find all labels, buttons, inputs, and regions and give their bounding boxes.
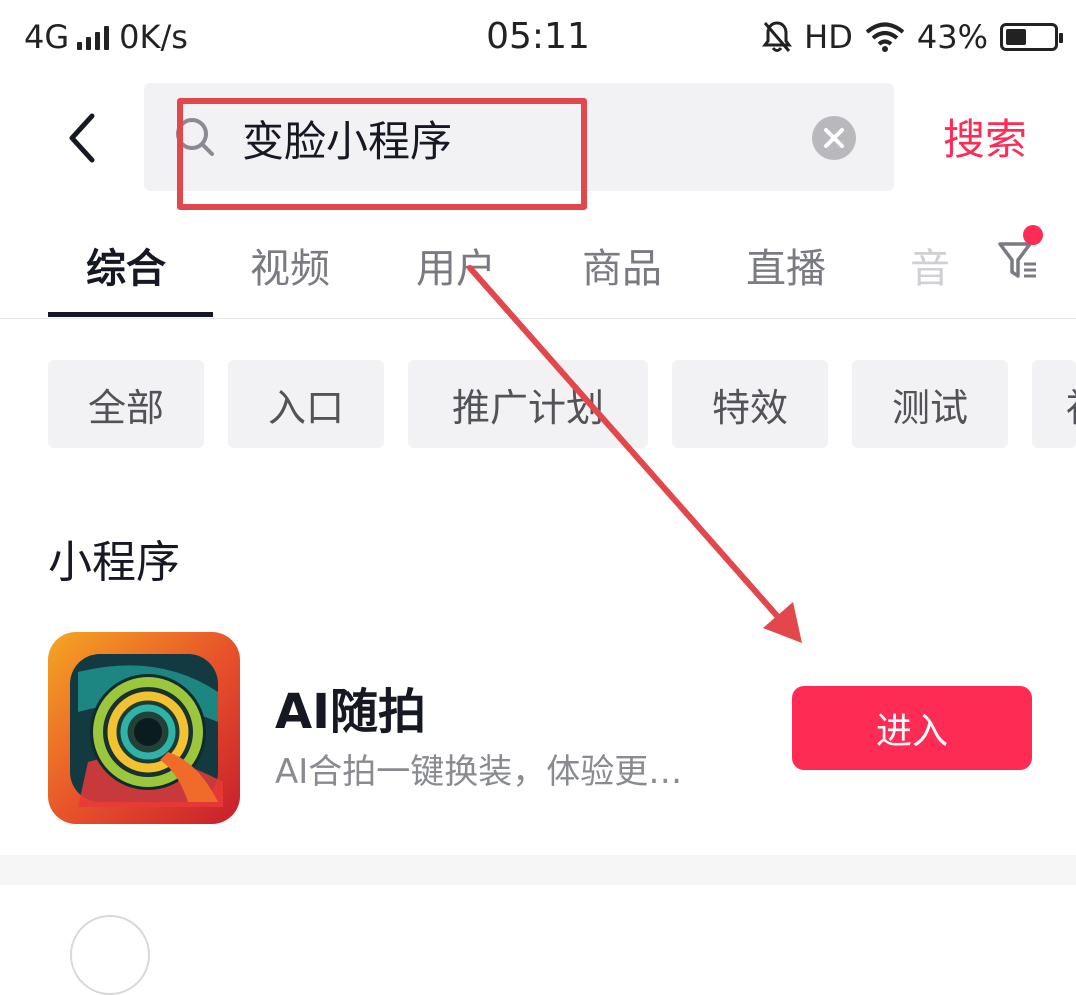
tab-users[interactable]: 用户 (416, 236, 496, 294)
tab-comprehensive[interactable]: 综合 (86, 236, 166, 294)
filter-badge-dot (1023, 225, 1043, 245)
camera-lens-icon[interactable] (48, 632, 240, 824)
tabs-divider (0, 318, 1076, 319)
search-button[interactable]: 搜索 (920, 105, 1050, 175)
active-tab-indicator (48, 312, 213, 317)
section-title: 小程序 (48, 537, 180, 588)
back-icon[interactable] (56, 108, 116, 168)
chip-entrance[interactable]: 入口 (228, 360, 384, 448)
chip-partial-label: 社 (1066, 377, 1076, 432)
annotation-highlight-box (177, 98, 587, 210)
tab-videos[interactable]: 视频 (250, 236, 330, 294)
tab-music[interactable]: 音 (910, 236, 950, 294)
chip-partial[interactable]: 社 (1032, 360, 1076, 448)
wifi-icon (865, 22, 905, 52)
chip-all[interactable]: 全部 (48, 360, 204, 448)
hd-label: HD (804, 18, 853, 56)
tab-products[interactable]: 商品 (582, 236, 662, 294)
battery-icon (1000, 23, 1063, 51)
app-name[interactable]: AI随拍 (275, 672, 426, 742)
enter-button[interactable]: 进入 (792, 686, 1032, 770)
chip-promotion-plan[interactable]: 推广计划 (408, 360, 648, 448)
status-bar: 4G 0K/s 05:11 HD 43% (0, 0, 1076, 76)
chip-effects[interactable]: 特效 (672, 360, 828, 448)
avatar[interactable] (70, 915, 150, 995)
tab-live[interactable]: 直播 (746, 236, 826, 294)
battery-percent: 43% (916, 18, 988, 56)
status-right: HD 43% (762, 18, 1063, 56)
chip-test[interactable]: 测试 (852, 360, 1008, 448)
clear-icon[interactable] (812, 116, 856, 160)
battery-fill (1006, 29, 1026, 45)
app-description: AI合拍一键换装，体验更… (275, 752, 683, 792)
mute-bell-icon (762, 21, 793, 52)
section-separator (0, 855, 1076, 885)
